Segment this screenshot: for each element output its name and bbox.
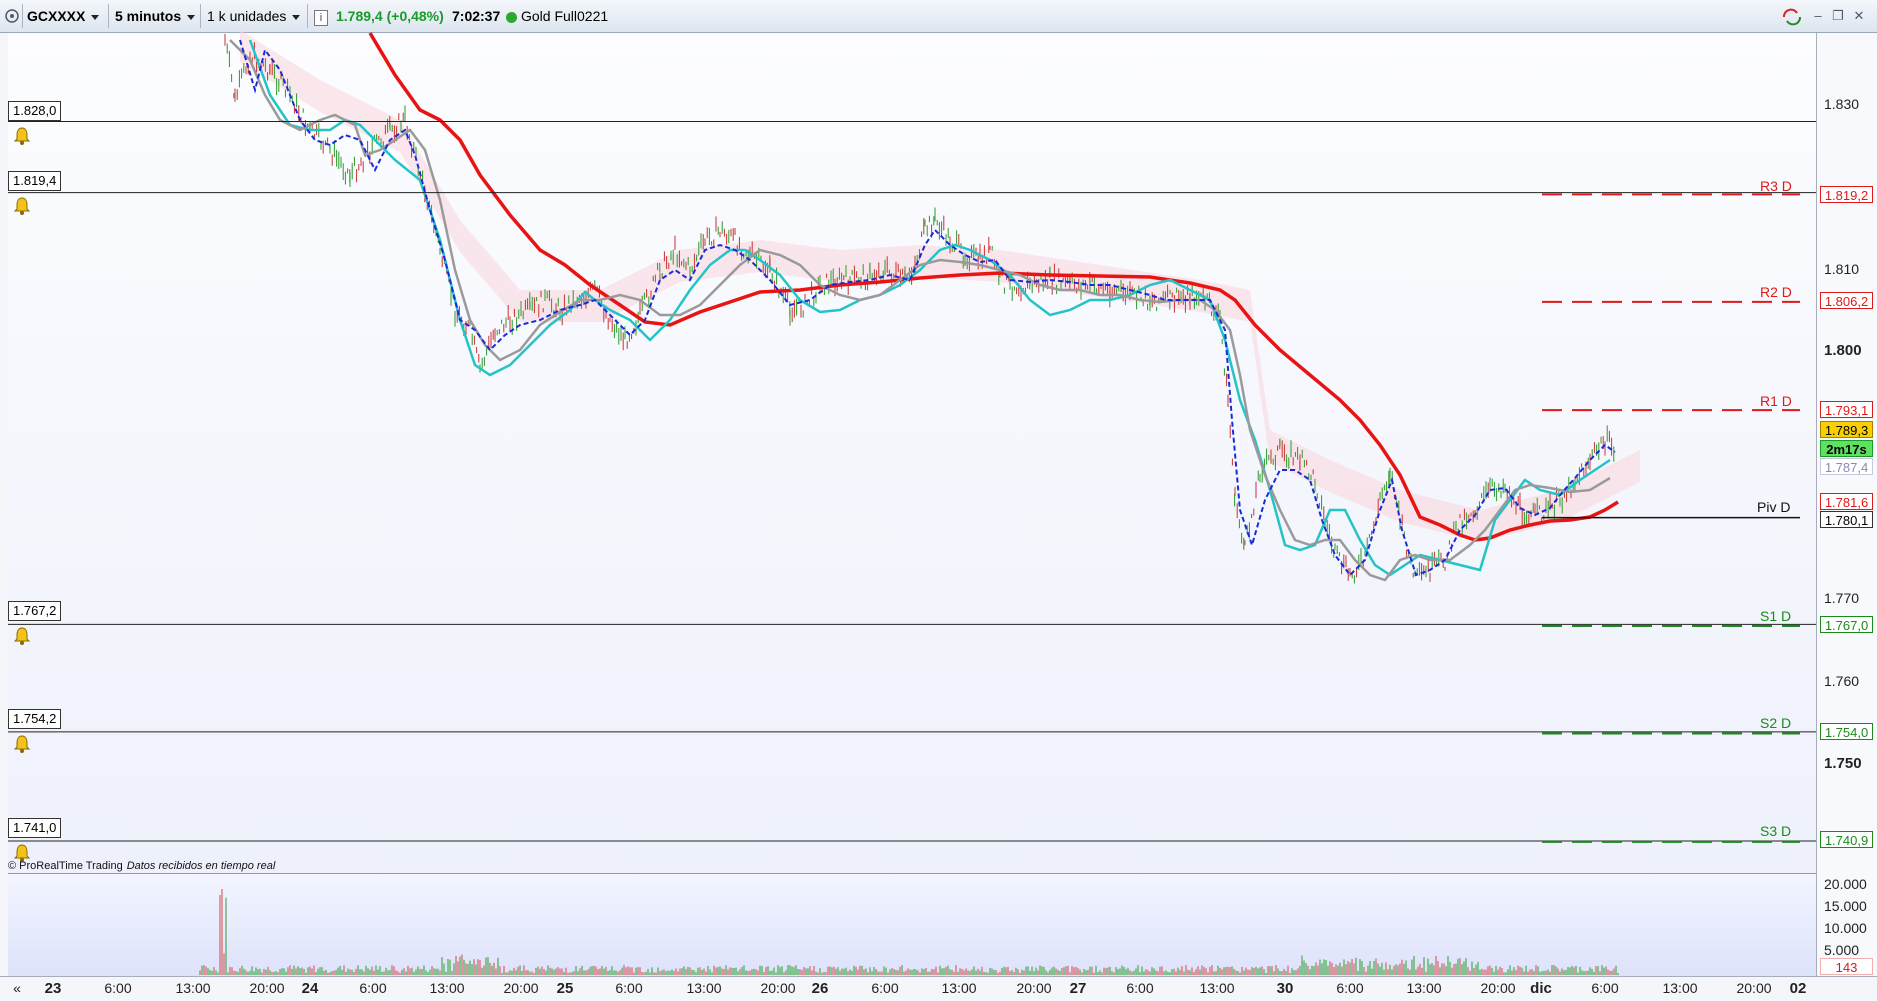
- clock-text: 7:02:37: [452, 8, 501, 24]
- sync-icon[interactable]: [1781, 8, 1801, 26]
- pivot-value-r2: 1.806,2: [1820, 292, 1873, 309]
- price-tick: 1.770: [1824, 590, 1860, 606]
- time-tick: 02: [1789, 980, 1807, 997]
- time-tick: 13:00: [429, 980, 465, 996]
- instrument-selector[interactable]: GCXXXX: [27, 4, 100, 28]
- time-tick: 6:00: [1126, 980, 1154, 996]
- pivot-label-r3: R3 D: [1760, 178, 1792, 194]
- time-tick: 20:00: [249, 980, 285, 996]
- close-icon[interactable]: ✕: [1851, 8, 1867, 24]
- bell-icon[interactable]: [12, 126, 32, 146]
- time-tick: 6:00: [615, 980, 643, 996]
- countdown-tag: 2m17s: [1820, 440, 1873, 457]
- volume-tick: 15.000: [1824, 898, 1867, 914]
- pivot-value-piv: 1.780,1: [1820, 511, 1873, 528]
- price-tick: 1.800: [1824, 342, 1862, 359]
- pivot-label-piv: Piv D: [1757, 499, 1791, 515]
- time-tick: dic: [1530, 980, 1552, 997]
- minimize-icon[interactable]: –: [1810, 8, 1826, 24]
- chart-toolbar: GCXXXX 5 minutos 1 k unidades i 1.789,4 …: [0, 0, 1877, 33]
- contract-label: Gold Full0221: [521, 8, 609, 24]
- pivot-value-r1: 1.793,1: [1820, 401, 1873, 418]
- pivot-value-r3: 1.819,2: [1820, 186, 1873, 203]
- status-dot-icon: [506, 11, 517, 23]
- volume-tick: 5.000: [1824, 942, 1860, 958]
- price-tick: 1.830: [1824, 96, 1860, 112]
- time-tick: 20:00: [1736, 980, 1772, 996]
- chevron-down-icon: [91, 14, 100, 20]
- app-menu-icon[interactable]: [4, 4, 20, 28]
- pivot-label-r2: R2 D: [1760, 284, 1792, 300]
- pivot-label-s1: S1 D: [1760, 608, 1792, 624]
- volume-tick: 20.000: [1824, 876, 1867, 892]
- volume-panel[interactable]: [8, 873, 1816, 977]
- time-tick: 20:00: [1016, 980, 1052, 996]
- alert-level-label[interactable]: 1.819,4: [8, 171, 62, 191]
- time-tick: 24: [301, 980, 319, 997]
- bell-icon[interactable]: [12, 626, 32, 646]
- bell-icon[interactable]: [12, 196, 32, 216]
- time-tick: 13:00: [686, 980, 722, 996]
- pivot-label-s2: S2 D: [1760, 715, 1792, 731]
- time-tick: 20:00: [1480, 980, 1516, 996]
- alert-level-label[interactable]: 1.828,0: [8, 101, 62, 121]
- pivot-value-s1: 1.767,0: [1820, 616, 1873, 633]
- bid-price-tag: 1.787,4: [1820, 458, 1873, 475]
- units-selector[interactable]: 1 k unidades: [207, 4, 301, 28]
- chevron-down-icon: [292, 14, 301, 20]
- time-tick: 20:00: [503, 980, 539, 996]
- timeframe-label: 5 minutos: [115, 8, 182, 24]
- time-tick: 6:00: [359, 980, 387, 996]
- sma-value-tag: 1.781,6: [1820, 493, 1873, 510]
- restore-icon[interactable]: ❐: [1830, 8, 1846, 24]
- price-tick: 1.750: [1824, 755, 1862, 772]
- alert-level-label[interactable]: 1.741,0: [8, 818, 62, 838]
- time-tick: 20:00: [760, 980, 796, 996]
- timeframe-selector[interactable]: 5 minutos: [115, 4, 196, 28]
- pivot-value-s3: 1.740,9: [1820, 831, 1873, 848]
- price-tick: 1.810: [1824, 261, 1860, 277]
- price-chart-area[interactable]: [8, 33, 1816, 873]
- chevron-down-icon: [187, 14, 196, 20]
- pivot-value-s2: 1.754,0: [1820, 723, 1873, 740]
- price-tick: 1.760: [1824, 673, 1860, 689]
- time-tick: 23: [44, 980, 62, 997]
- time-tick: 6:00: [871, 980, 899, 996]
- units-label: 1 k unidades: [207, 8, 287, 24]
- time-tick: 6:00: [1336, 980, 1364, 996]
- time-tick: 25: [556, 980, 574, 997]
- brand-text: © ProRealTime Trading: [8, 860, 123, 872]
- bell-icon[interactable]: [12, 734, 32, 754]
- time-tick: 13:00: [941, 980, 977, 996]
- time-tick: 6:00: [1591, 980, 1619, 996]
- instrument-label: GCXXXX: [27, 8, 86, 24]
- time-tick: 26: [811, 980, 829, 997]
- scroll-back-button[interactable]: «: [13, 980, 21, 996]
- price-change-text: 1.789,4 (+0,48%): [336, 8, 444, 24]
- time-tick: 13:00: [1662, 980, 1698, 996]
- realtime-status: Datos recibidos en tiempo real: [126, 860, 276, 872]
- time-tick: 13:00: [175, 980, 211, 996]
- contract-status: Gold Full0221: [506, 4, 608, 28]
- volume-last-tag: 143: [1820, 958, 1873, 975]
- time-tick: 13:00: [1406, 980, 1442, 996]
- pivot-label-s3: S3 D: [1760, 823, 1792, 839]
- pivot-label-r1: R1 D: [1760, 393, 1792, 409]
- alert-level-label[interactable]: 1.754,2: [8, 709, 62, 729]
- time-tick: 30: [1276, 980, 1294, 997]
- alert-level-label[interactable]: 1.767,2: [8, 601, 62, 621]
- time-tick: 6:00: [104, 980, 132, 996]
- info-icon[interactable]: i: [314, 4, 328, 28]
- time-tick: 13:00: [1199, 980, 1235, 996]
- time-tick: 27: [1069, 980, 1087, 997]
- volume-tick: 10.000: [1824, 920, 1867, 936]
- last-price-tag: 1.789,3: [1820, 421, 1873, 438]
- chart-footer: © ProRealTime Trading Datos recibidos en …: [8, 860, 275, 872]
